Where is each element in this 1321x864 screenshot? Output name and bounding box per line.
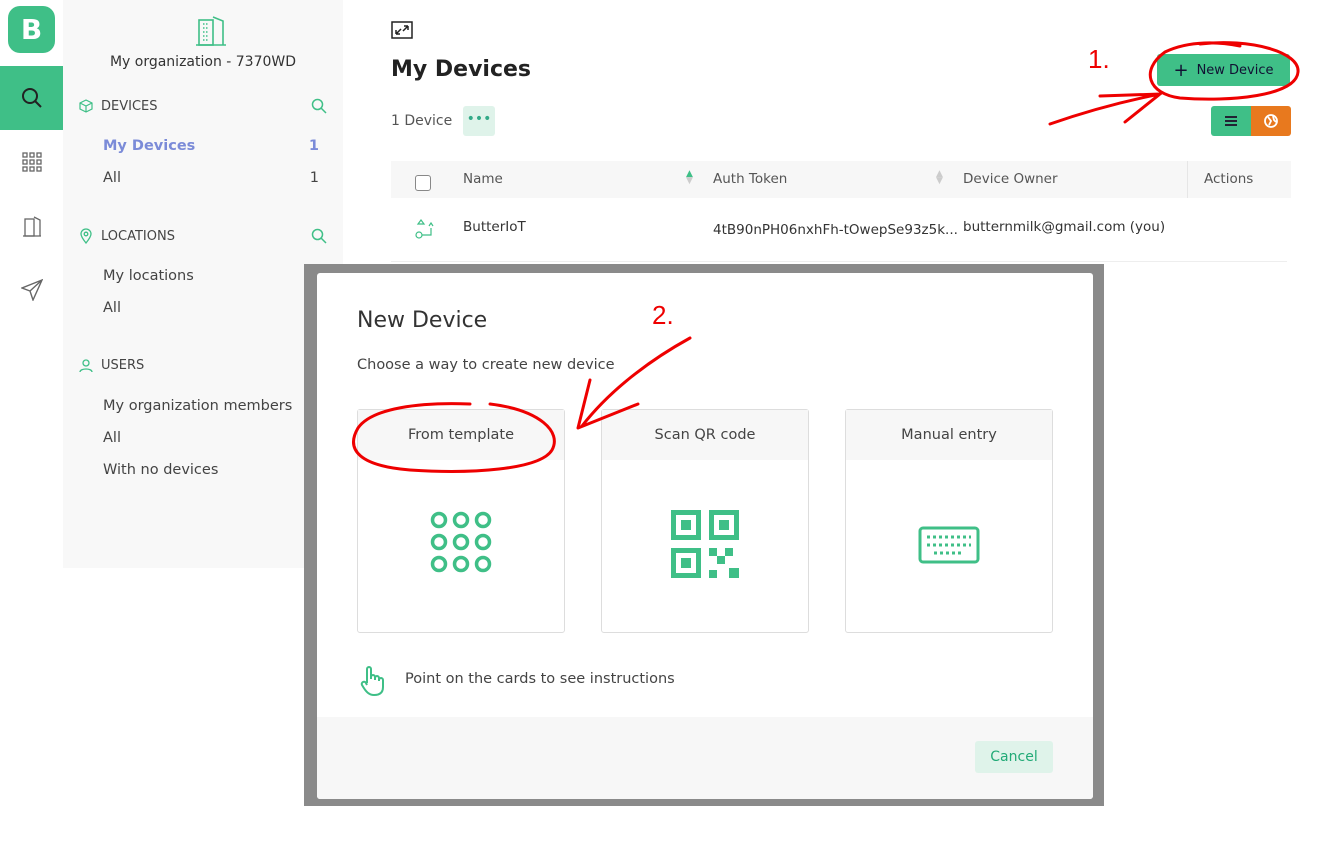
annotation-step-1: 1. bbox=[1088, 44, 1110, 74]
location-pin-icon bbox=[80, 228, 92, 244]
rail-search[interactable] bbox=[0, 66, 63, 130]
annotation-step-2: 2. bbox=[652, 300, 674, 330]
template-grid-icon bbox=[430, 511, 492, 573]
list-icon bbox=[1225, 116, 1237, 126]
device-icon bbox=[415, 219, 434, 239]
org-name: My organization - 7370WD bbox=[109, 54, 297, 70]
modal-title: New Device bbox=[357, 308, 488, 333]
list-view-button[interactable] bbox=[1211, 106, 1251, 136]
sidebar-item-my-devices[interactable]: My Devices 1 bbox=[103, 138, 319, 154]
fullscreen-icon[interactable] bbox=[391, 21, 413, 39]
modal-subtitle: Choose a way to create new device bbox=[357, 357, 615, 373]
from-template-card[interactable]: From template bbox=[357, 409, 565, 633]
sort-icon[interactable]: ▲ ▼ bbox=[936, 170, 943, 186]
apps-icon bbox=[21, 152, 42, 172]
table-row[interactable]: ButterIoT 4tB90nPH06nxhFh-tOwepSe93z5k..… bbox=[391, 198, 1287, 262]
sort-icon[interactable]: ▲ ▼ bbox=[686, 170, 693, 186]
search-icon bbox=[21, 88, 42, 108]
blynk-logo[interactable]: B bbox=[8, 6, 55, 53]
search-icon[interactable] bbox=[311, 98, 327, 114]
map-view-button[interactable] bbox=[1251, 106, 1291, 136]
sidebar-item-all-devices[interactable]: All 1 bbox=[103, 170, 319, 186]
sidebar-item-all-users[interactable]: All bbox=[103, 430, 319, 446]
send-icon bbox=[20, 279, 43, 301]
globe-icon bbox=[1264, 114, 1278, 128]
rail-organization[interactable] bbox=[0, 194, 63, 258]
instructions-hint: Point on the cards to see instructions bbox=[405, 671, 675, 687]
users-section-header: USERS bbox=[79, 358, 327, 373]
locations-section-header: LOCATIONS bbox=[79, 228, 327, 244]
devices-section-header: DEVICES bbox=[79, 98, 327, 114]
plus-icon: + bbox=[1173, 59, 1189, 81]
modal-footer: Cancel bbox=[317, 717, 1093, 799]
cancel-button[interactable]: Cancel bbox=[975, 741, 1053, 773]
sidebar-item-all-locations[interactable]: All bbox=[103, 300, 319, 316]
column-device-owner[interactable]: Device Owner bbox=[963, 171, 1058, 187]
user-icon bbox=[79, 358, 93, 372]
device-owner: butternmilk@gmail.com (you) bbox=[963, 219, 1166, 235]
organization-icon bbox=[196, 16, 226, 46]
device-name[interactable]: ButterIoT bbox=[463, 219, 526, 235]
column-auth-token[interactable]: Auth Token bbox=[713, 171, 787, 187]
new-device-button[interactable]: + New Device bbox=[1157, 54, 1290, 86]
manual-entry-card[interactable]: Manual entry bbox=[845, 409, 1053, 633]
select-all-checkbox[interactable] bbox=[415, 175, 431, 191]
sidebar: My organization - 7370WD DEVICES My Devi… bbox=[63, 0, 343, 568]
sidebar-item-org-members[interactable]: My organization members bbox=[103, 398, 319, 414]
page-title: My Devices bbox=[391, 57, 532, 82]
keyboard-icon bbox=[918, 526, 980, 564]
column-actions: Actions bbox=[1204, 171, 1254, 187]
scan-qr-card[interactable]: Scan QR code bbox=[601, 409, 809, 633]
cube-icon bbox=[79, 99, 93, 113]
device-count: 1 Device bbox=[391, 113, 453, 129]
more-button[interactable]: ••• bbox=[463, 106, 495, 136]
column-name[interactable]: Name bbox=[463, 171, 503, 187]
search-icon[interactable] bbox=[311, 228, 327, 244]
rail-apps[interactable] bbox=[0, 130, 63, 194]
app-rail: B bbox=[0, 0, 63, 864]
sidebar-item-no-devices[interactable]: With no devices bbox=[103, 462, 319, 478]
qr-code-icon bbox=[671, 510, 739, 578]
sidebar-item-my-locations[interactable]: My locations bbox=[103, 268, 319, 284]
pointing-hand-icon bbox=[360, 666, 384, 697]
table-header: Name ▲ ▼ Auth Token ▲ ▼ Device Owner Actio… bbox=[391, 161, 1291, 198]
new-device-modal: New Device Choose a way to create new de… bbox=[317, 273, 1093, 799]
auth-token: 4tB90nPH06nxhFh-tOwepSe93z5k... bbox=[713, 222, 958, 238]
organization-icon bbox=[22, 216, 41, 237]
rail-send[interactable] bbox=[0, 258, 63, 322]
